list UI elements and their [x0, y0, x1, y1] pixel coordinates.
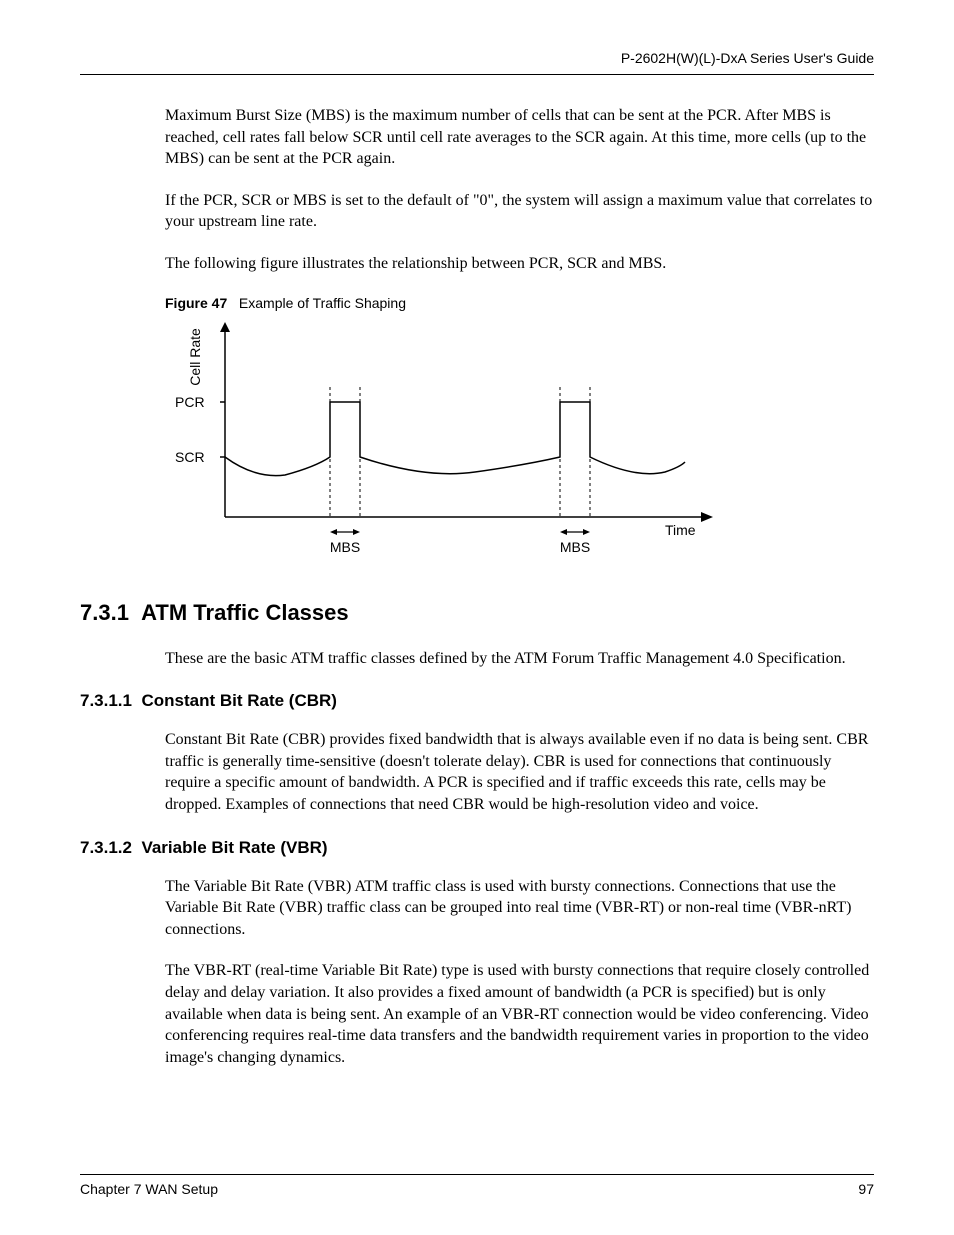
paragraph: The following figure illustrates the rel…	[165, 253, 874, 275]
paragraph: Constant Bit Rate (CBR) provides fixed b…	[165, 729, 874, 815]
heading-number: 7.3.1.1	[80, 691, 132, 710]
heading-title: ATM Traffic Classes	[141, 600, 348, 625]
heading-number: 7.3.1	[80, 600, 129, 625]
figure-traffic-shaping: Cell Rate PCR SCR MBS	[165, 317, 725, 572]
paragraph: These are the basic ATM traffic classes …	[165, 648, 874, 670]
figure-caption-text: Example of Traffic Shaping	[239, 295, 406, 311]
figure-label: Figure 47	[165, 295, 227, 311]
heading-number: 7.3.1.2	[80, 838, 132, 857]
figure-caption: Figure 47 Example of Traffic Shaping	[165, 295, 874, 311]
section-heading-7-3-1: 7.3.1 ATM Traffic Classes	[80, 600, 874, 626]
y-tick-scr: SCR	[175, 449, 205, 465]
footer-chapter: Chapter 7 WAN Setup	[80, 1181, 218, 1197]
section-heading-7-3-1-2: 7.3.1.2 Variable Bit Rate (VBR)	[80, 838, 874, 858]
running-header: P-2602H(W)(L)-DxA Series User's Guide	[80, 50, 874, 66]
y-axis-label: Cell Rate	[187, 328, 203, 386]
paragraph: Maximum Burst Size (MBS) is the maximum …	[165, 105, 874, 170]
section-heading-7-3-1-1: 7.3.1.1 Constant Bit Rate (CBR)	[80, 691, 874, 711]
footer-rule	[80, 1174, 874, 1175]
header-rule	[80, 74, 874, 75]
heading-title: Variable Bit Rate (VBR)	[141, 838, 327, 857]
x-axis-label: Time	[665, 522, 696, 538]
y-tick-pcr: PCR	[175, 394, 205, 410]
paragraph: The VBR-RT (real-time Variable Bit Rate)…	[165, 960, 874, 1068]
footer-page-number: 97	[858, 1181, 874, 1197]
mbs-label-2: MBS	[560, 539, 590, 555]
paragraph: The Variable Bit Rate (VBR) ATM traffic …	[165, 876, 874, 941]
heading-title: Constant Bit Rate (CBR)	[141, 691, 337, 710]
mbs-label-1: MBS	[330, 539, 360, 555]
paragraph: If the PCR, SCR or MBS is set to the def…	[165, 190, 874, 233]
